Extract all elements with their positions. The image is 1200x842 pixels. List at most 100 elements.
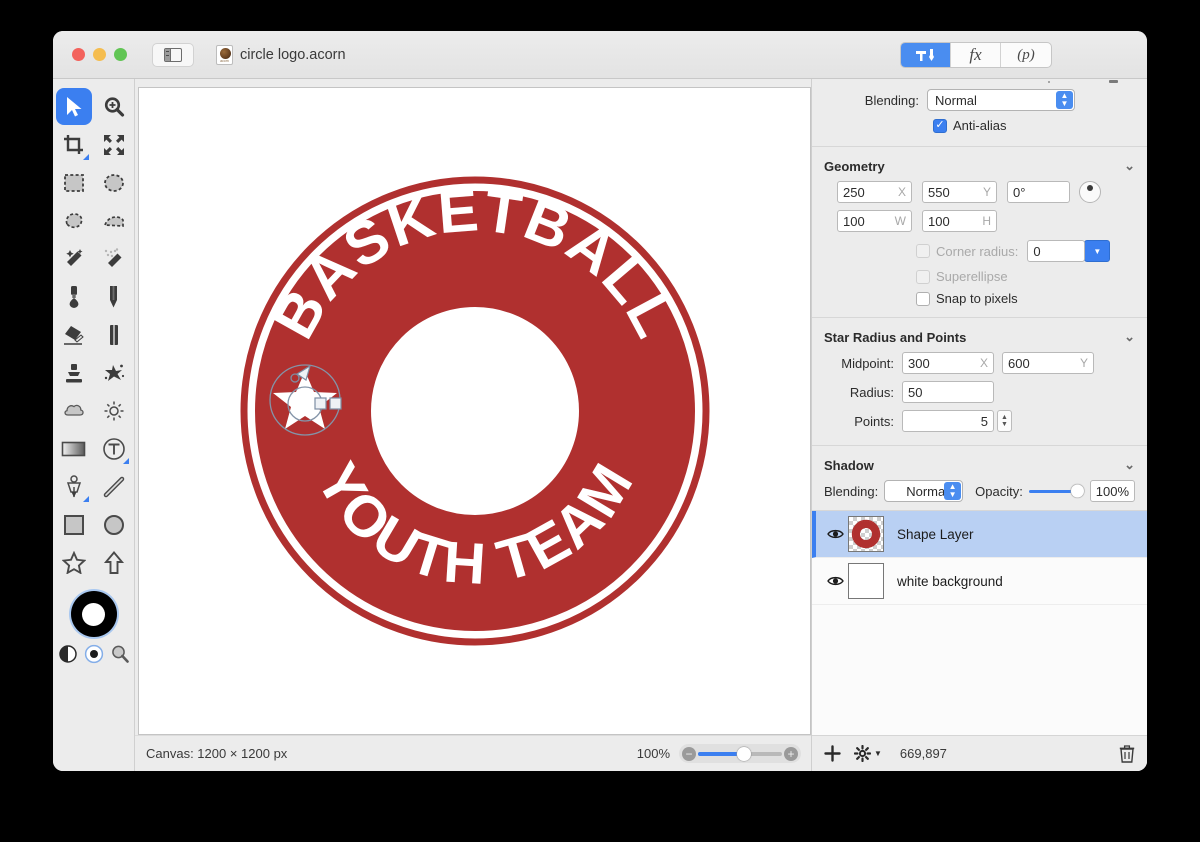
document-title-area: acorn circle logo.acorn — [216, 44, 346, 65]
snap-to-pixels-checkbox[interactable] — [916, 291, 930, 306]
snap-to-pixels-label: Snap to pixels — [936, 291, 1018, 306]
star-shape-tool[interactable] — [56, 544, 92, 581]
star-section: Star Radius and Points ⌄ Midpoint: 300 X… — [812, 318, 1147, 446]
tab-palettes[interactable]: (p) — [1001, 43, 1051, 67]
ellipse-shape-tool[interactable] — [96, 506, 132, 543]
swap-colors-icon[interactable] — [58, 644, 78, 664]
canvas-view[interactable]: BASKETBALL YOUTH TEAM — [138, 87, 811, 735]
layer-settings-menu[interactable]: ▼ — [854, 745, 882, 762]
tool-row — [56, 468, 132, 505]
rotation-dial-icon[interactable] — [1079, 181, 1101, 203]
color-picker-loupe-icon[interactable] — [110, 644, 130, 664]
tab-filters[interactable]: fx — [951, 43, 1001, 67]
layer-row-white-background[interactable]: white background — [812, 558, 1147, 605]
bezier-pen-tool[interactable] — [56, 468, 92, 505]
smudge-tool[interactable] — [96, 354, 132, 391]
line-tool[interactable] — [96, 468, 132, 505]
resize-handle — [313, 397, 327, 410]
elliptical-marquee-tool[interactable] — [96, 164, 132, 201]
shadow-blending-select[interactable]: Normal ▲ ▼ — [884, 480, 964, 502]
shadow-opacity-slider[interactable] — [1028, 484, 1084, 498]
layer-thumbnail — [848, 516, 884, 552]
antialias-checkbox[interactable] — [933, 118, 947, 133]
arrow-shape-tool[interactable] — [96, 544, 132, 581]
rectangular-marquee-tool[interactable] — [56, 164, 92, 201]
paint-bucket-tool[interactable] — [56, 278, 92, 315]
star-title: Star Radius and Points — [824, 329, 967, 345]
chevron-down-icon[interactable]: ⌄ — [1124, 329, 1135, 345]
geometry-rotation-field[interactable]: 0° — [1007, 181, 1070, 203]
layer-visibility-eye-icon[interactable] — [822, 528, 848, 540]
opacity-slider-knob[interactable] — [1070, 484, 1084, 498]
text-tool[interactable] — [96, 430, 132, 467]
geometry-width-field[interactable]: 100 W — [837, 210, 912, 232]
minimize-window-button[interactable] — [93, 48, 106, 61]
geometry-height-field[interactable]: 100 H — [922, 210, 997, 232]
geometry-header[interactable]: Geometry ⌄ — [824, 153, 1135, 181]
logo-artwork[interactable]: BASKETBALL YOUTH TEAM — [240, 176, 710, 646]
polygon-lasso-tool[interactable] — [96, 202, 132, 239]
star-header[interactable]: Star Radius and Points ⌄ — [824, 324, 1135, 352]
gradient-tool[interactable] — [56, 430, 92, 467]
canvas-area: BASKETBALL YOUTH TEAM Canvas: 1200 × 120… — [135, 79, 811, 771]
shadow-opacity-field[interactable]: 100% — [1089, 480, 1135, 502]
zoom-tool[interactable] — [96, 88, 132, 125]
radius-field[interactable]: 50 — [902, 381, 994, 403]
zoom-in-icon[interactable]: + — [784, 746, 798, 761]
geometry-y-field[interactable]: 550 Y — [922, 181, 997, 203]
zoom-window-button[interactable] — [114, 48, 127, 61]
transform-tool[interactable] — [96, 126, 132, 163]
magic-wand-tool[interactable] — [56, 240, 92, 277]
instant-alpha-tool[interactable] — [96, 240, 132, 277]
corner-radius-field[interactable]: 0 — [1027, 240, 1086, 262]
geometry-section: Geometry ⌄ 250 X 550 Y 0° 100 W 100 H Co… — [812, 147, 1147, 318]
add-layer-icon[interactable] — [824, 745, 841, 762]
layer-visibility-eye-icon[interactable] — [822, 575, 848, 587]
default-colors-icon[interactable] — [84, 644, 104, 664]
layer-row-shape-layer[interactable]: Shape Layer — [812, 511, 1147, 558]
chevron-down-icon[interactable]: ⌄ — [1124, 457, 1135, 473]
color-controls-row — [58, 644, 130, 664]
midpoint-x-suffix: X — [979, 356, 988, 370]
tab-tool-options[interactable] — [901, 43, 951, 67]
zoom-slider-track[interactable] — [698, 746, 782, 761]
layer-settings-gear-icon[interactable] — [854, 745, 871, 762]
layer-thumbnail — [848, 563, 884, 599]
move-tool[interactable] — [55, 88, 92, 125]
zoom-slider[interactable]: − + — [679, 744, 801, 763]
zoom-level-label: 100% — [636, 746, 670, 761]
geometry-x-suffix: X — [897, 185, 906, 199]
eraser-tool[interactable] — [56, 316, 92, 353]
midpoint-x-field[interactable]: 300 X — [902, 352, 994, 374]
lasso-tool[interactable] — [56, 202, 92, 239]
radius-value: 50 — [908, 384, 923, 400]
dodge-burn-tool[interactable] — [96, 392, 132, 429]
shadow-header[interactable]: Shadow ⌄ — [824, 452, 1135, 480]
tool-row — [56, 506, 132, 543]
points-stepper[interactable]: ▲ ▼ — [997, 410, 1012, 432]
points-field[interactable]: 5 — [902, 410, 994, 432]
delete-layer-trash-icon[interactable] — [1119, 744, 1135, 763]
shadow-section: Shadow ⌄ Blending: Normal ▲ ▼ Opacity: 1… — [812, 446, 1147, 511]
crop-tool[interactable] — [56, 126, 92, 163]
midpoint-x-value: 300 — [908, 355, 930, 371]
close-window-button[interactable] — [72, 48, 85, 61]
inspector-segmented-control[interactable]: fx (p) — [900, 42, 1052, 68]
foreground-background-color-well[interactable] — [70, 591, 117, 637]
superellipse-checkbox[interactable] — [916, 269, 930, 284]
blending-mode-select[interactable]: Normal ▲ ▼ — [927, 89, 1075, 111]
zoom-slider-knob[interactable] — [737, 746, 752, 761]
rectangle-shape-tool[interactable] — [56, 506, 92, 543]
blur-tool[interactable] — [56, 392, 92, 429]
chevron-down-icon[interactable]: ⌄ — [1124, 158, 1135, 174]
pencil-tool[interactable] — [96, 278, 132, 315]
sidebar-toggle-button[interactable] — [152, 42, 194, 67]
superellipse-label: Superellipse — [936, 269, 1008, 284]
corner-radius-checkbox[interactable] — [916, 244, 930, 258]
corner-radius-dropdown-icon[interactable]: ▼ — [1084, 240, 1111, 262]
gradient-eraser-tool[interactable] — [96, 316, 132, 353]
zoom-out-icon[interactable]: − — [682, 746, 696, 761]
clone-stamp-tool[interactable] — [56, 354, 92, 391]
geometry-x-field[interactable]: 250 X — [837, 181, 912, 203]
midpoint-y-field[interactable]: 600 Y — [1002, 352, 1094, 374]
